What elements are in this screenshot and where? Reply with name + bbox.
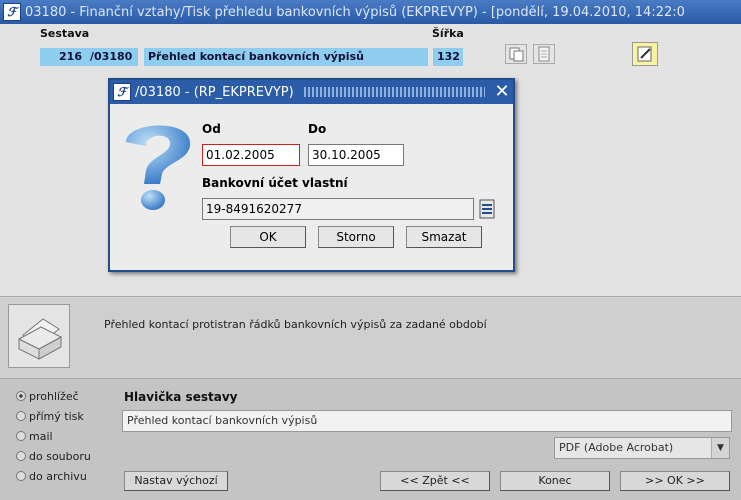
format-select[interactable]: PDF (Adobe Acrobat) ▼ (554, 437, 730, 459)
header-label: Hlavička sestavy (124, 390, 238, 404)
radio-icon[interactable] (16, 411, 26, 421)
do-label: Do (308, 122, 327, 136)
account-input[interactable]: 19-8491620277 (202, 198, 474, 220)
option-primy-tisk[interactable]: přímý tisk (16, 410, 91, 426)
output-options: prohlížeč přímý tisk mail do souboru do … (16, 390, 91, 486)
option-do-souboru[interactable]: do souboru (16, 450, 91, 466)
chevron-down-icon[interactable]: ▼ (711, 438, 729, 458)
title-bar-dots (303, 87, 485, 97)
radio-icon[interactable] (16, 471, 26, 481)
list-picker-icon[interactable] (478, 198, 496, 220)
header-input[interactable]: Přehled kontací bankovních výpisů (122, 410, 732, 432)
document-icon[interactable] (533, 44, 555, 64)
app-logo-icon: ℱ (3, 3, 21, 21)
report-name[interactable]: Přehled kontací bankovních výpisů (144, 48, 428, 66)
option-do-archivu[interactable]: do archivu (16, 470, 91, 486)
report-number[interactable]: 216 (40, 48, 86, 66)
edit-note-icon[interactable] (632, 42, 658, 66)
option-prohlizec[interactable]: prohlížeč (16, 390, 91, 406)
report-width[interactable]: 132 (433, 48, 463, 66)
radio-icon[interactable] (16, 451, 26, 461)
close-icon[interactable]: ✕ (491, 82, 513, 102)
info-band (0, 296, 741, 379)
nastav-vychozi-button[interactable]: Nastav výchozí (124, 471, 228, 491)
printer-icon (8, 304, 70, 368)
sestava-header: Sestava (40, 27, 90, 40)
sirka-header: Šířka (432, 27, 464, 40)
window-title: 03180 - Finanční vztahy/Tisk přehledu ba… (25, 4, 685, 20)
od-date-input[interactable]: 01.02.2005 (202, 144, 300, 166)
back-button[interactable]: << Zpět << (380, 471, 490, 491)
do-date-input[interactable]: 30.10.2005 (308, 144, 404, 166)
ok-next-button[interactable]: >> OK >> (620, 471, 730, 491)
ok-button[interactable]: OK (230, 226, 306, 248)
smazat-button[interactable]: Smazat (406, 226, 482, 248)
od-label: Od (202, 122, 221, 136)
report-code[interactable]: /03180 (86, 48, 138, 66)
radio-selected-icon[interactable] (16, 391, 26, 401)
account-label: Bankovní účet vlastní (202, 176, 348, 190)
copy-icon[interactable] (505, 44, 527, 64)
radio-icon[interactable] (16, 431, 26, 441)
konec-button[interactable]: Konec (500, 471, 610, 491)
question-mark-icon (126, 125, 191, 210)
dialog-title-bar: ℱ /03180 - (RP_EKPREVYP) ✕ (110, 80, 513, 104)
window-title-bar: ℱ 03180 - Finanční vztahy/Tisk přehledu … (0, 0, 741, 24)
report-description: Přehled kontací protistran řádků bankovn… (104, 318, 487, 331)
dialog-title: /03180 - (RP_EKPREVYP) (135, 84, 294, 100)
storno-button[interactable]: Storno (318, 226, 394, 248)
option-mail[interactable]: mail (16, 430, 91, 446)
format-value: PDF (Adobe Acrobat) (559, 441, 674, 454)
parameters-dialog: ℱ /03180 - (RP_EKPREVYP) ✕ Od 01.02.2005… (108, 78, 515, 272)
dialog-logo-icon: ℱ (113, 83, 131, 101)
